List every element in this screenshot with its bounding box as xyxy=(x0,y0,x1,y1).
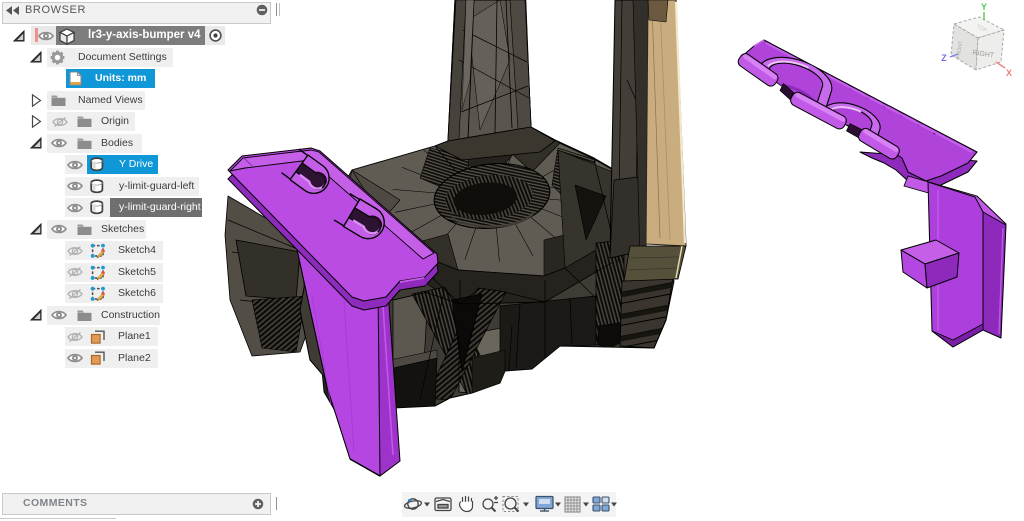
svg-text:Z: Z xyxy=(941,53,947,63)
svg-text:X: X xyxy=(1006,68,1012,78)
svg-text:Y: Y xyxy=(981,2,987,12)
